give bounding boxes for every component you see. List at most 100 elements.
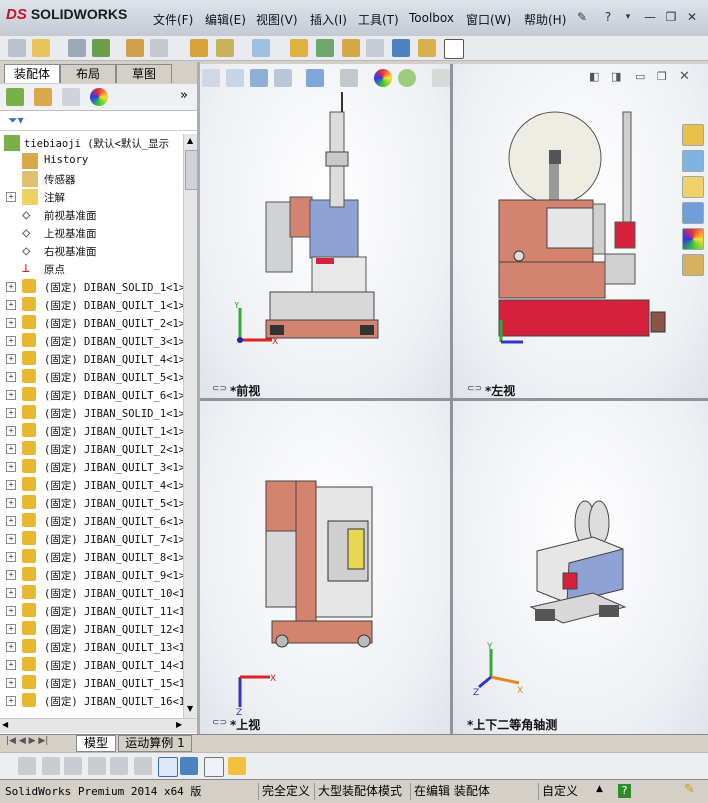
print-icon[interactable] [126,39,144,57]
help-icon[interactable]: ? [598,8,618,26]
expand-icon[interactable]: + [6,480,16,490]
chevron-down-icon[interactable]: ▾ [618,8,638,26]
expand-icon[interactable]: + [6,444,16,454]
tab-sketch[interactable]: 草图 [116,64,172,83]
units-dropdown-icon[interactable]: ▲ [596,784,603,794]
view-icon[interactable] [444,39,464,59]
view-settings-icon[interactable] [432,69,450,87]
tree-item[interactable]: 传感器 [0,170,183,188]
list-icon[interactable] [88,757,106,775]
rebuild-icon[interactable] [190,39,208,57]
tree-item[interactable]: + (固定) JIBAN_QUILT_4<1> [0,476,183,494]
expand-icon[interactable]: + [6,588,16,598]
expand-arrows-icon[interactable]: » [180,88,188,103]
configuration-icon[interactable] [62,88,80,106]
expand-icon[interactable]: + [6,408,16,418]
tree-item[interactable]: + (固定) JIBAN_QUILT_3<1> [0,458,183,476]
select-icon[interactable] [252,39,270,57]
simulation-icon[interactable] [18,757,36,775]
tab-scroll-arrows-icon[interactable]: |◀ ◀ ▶ ▶| [6,736,48,746]
scene-icon[interactable] [398,69,416,87]
expand-icon[interactable]: + [6,570,16,580]
viewport-left[interactable]: ⊂⊃ *左视 ◧ ◨ ▭ ❐ ✕ [453,64,708,398]
next-view-icon[interactable]: ◨ [611,70,621,83]
tree-item[interactable]: + (固定) JIBAN_QUILT_14<1 [0,656,183,674]
expand-icon[interactable]: + [6,372,16,382]
solidworks-logo[interactable]: DS SOLIDWORKS [6,6,136,30]
tab-model[interactable]: 模型 [76,735,116,752]
expand-icon[interactable]: + [6,678,16,688]
mate-icon[interactable] [316,39,334,57]
view-orientation-icon[interactable] [306,69,324,87]
expand-icon[interactable]: + [6,354,16,364]
viewport-isometric[interactable]: Y X Z *上下二等角轴测 [453,401,708,734]
zoom-to-area-icon[interactable] [226,69,244,87]
expand-icon[interactable]: + [6,642,16,652]
previous-view-icon[interactable]: ◧ [589,70,599,83]
section-icon[interactable] [418,39,436,57]
tab-assembly[interactable]: 装配体 [4,64,60,83]
key-point-icon[interactable] [158,757,178,777]
menu-view[interactable]: 视图(V) [256,11,298,28]
display-manager-icon[interactable] [90,88,108,106]
expand-icon[interactable]: + [6,426,16,436]
filter-icon[interactable]: ⏷▾ [8,113,24,128]
expand-icon[interactable]: + [6,516,16,526]
scroll-left-icon[interactable]: ◀ [2,720,8,729]
save-animation-icon[interactable] [228,757,246,775]
expand-icon[interactable]: + [6,552,16,562]
attach-icon[interactable] [68,39,86,57]
tree-item[interactable]: ◇ 右视基准面 [0,242,183,260]
new-document-icon[interactable] [8,39,26,57]
scroll-down-icon[interactable]: ▼ [187,704,193,713]
tree-item[interactable]: + (固定) DIBAN_QUILT_4<1> [0,350,183,368]
tree-item[interactable]: + (固定) JIBAN_QUILT_9<1> [0,566,183,584]
expand-icon[interactable]: + [6,390,16,400]
tree-scrollbar[interactable]: ▲ ▼ [183,134,198,718]
restore-icon[interactable]: ❐ [661,8,681,26]
tree-item[interactable]: + (固定) JIBAN_QUILT_2<1> [0,440,183,458]
pin-icon[interactable]: ✎ [572,8,592,26]
tree-item[interactable]: + (固定) DIBAN_QUILT_5<1> [0,368,183,386]
measure-icon[interactable] [392,39,410,57]
expand-icon[interactable]: + [6,696,16,706]
tree-item[interactable]: + (固定) JIBAN_QUILT_10<1 [0,584,183,602]
tree-item[interactable]: + (固定) JIBAN_QUILT_8<1> [0,548,183,566]
previous-view-toolbar-icon[interactable] [250,69,268,87]
open-icon[interactable] [32,39,50,57]
tree-horizontal-scrollbar[interactable]: ◀ ▶ [0,718,197,733]
tree-root-assembly[interactable]: tiebiaoji (默认<默认_显示 [0,134,183,152]
menu-insert[interactable]: 插入(I) [310,11,347,28]
scroll-right-icon[interactable]: ▶ [176,720,182,729]
minimize-icon[interactable]: — [640,8,660,26]
expand-icon[interactable]: + [6,282,16,292]
settings-icon[interactable] [290,39,308,57]
display-style-icon[interactable] [340,69,358,87]
tree-item[interactable]: History [0,152,183,170]
options-icon[interactable] [216,39,234,57]
menu-window[interactable]: 窗口(W) [466,11,511,28]
undo-icon[interactable] [150,39,168,57]
filter-bar[interactable]: ⏷▾ [0,112,197,131]
tab-layout[interactable]: 布局 [60,64,116,83]
calculate-icon[interactable] [204,757,224,777]
close-icon[interactable]: ✕ [682,8,702,26]
tree-item[interactable]: + (固定) JIBAN_SOLID_1<1> [0,404,183,422]
tree-item[interactable]: ⊥ 原点 [0,260,183,278]
tab-motion-study[interactable]: 运动算例 1 [118,735,192,752]
feature-tree-icon[interactable] [6,88,24,106]
tree-item[interactable]: + (固定) JIBAN_QUILT_16<1 [0,692,183,710]
status-custom-units[interactable]: 自定义 [538,783,581,800]
help-status-icon[interactable]: ? [618,784,631,798]
expand-icon[interactable]: + [6,300,16,310]
custom-properties-icon[interactable] [682,254,704,276]
tree-item[interactable]: + (固定) DIBAN_QUILT_1<1> [0,296,183,314]
tree-item[interactable]: + (固定) JIBAN_QUILT_5<1> [0,494,183,512]
scroll-up-icon[interactable]: ▲ [187,136,193,145]
tree-item[interactable]: + (固定) DIBAN_SOLID_1<1> [0,278,183,296]
tree-item[interactable]: + (固定) JIBAN_QUILT_12<1 [0,620,183,638]
design-library-icon[interactable] [682,150,704,172]
menu-edit[interactable]: 编辑(E) [205,11,246,28]
tree-item[interactable]: + (固定) JIBAN_QUILT_7<1> [0,530,183,548]
expand-icon[interactable]: + [6,660,16,670]
